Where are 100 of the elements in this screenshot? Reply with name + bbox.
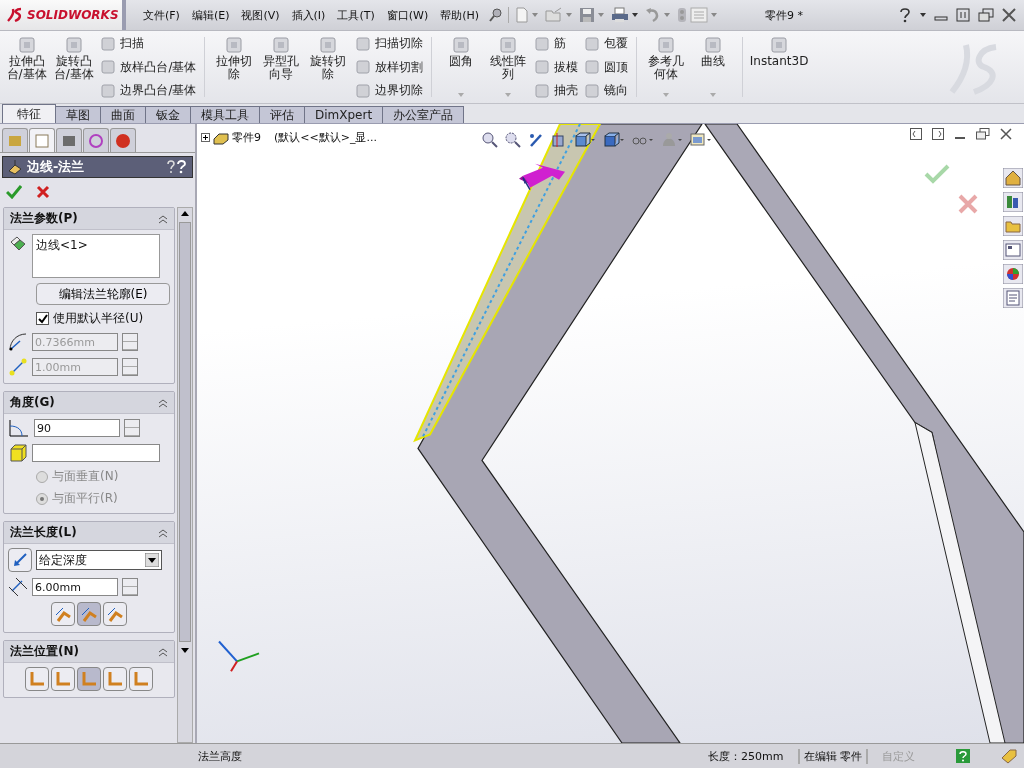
tab[interactable]: DimXpert	[304, 106, 384, 123]
collapse-chevron-icon[interactable]	[158, 397, 168, 408]
tile-windows-icon[interactable]	[956, 8, 970, 22]
spin-field[interactable]: 6.00mm	[32, 578, 118, 596]
section-view-icon[interactable]	[551, 132, 567, 148]
help-icon[interactable]	[898, 7, 912, 23]
tree-tab[interactable]	[2, 128, 28, 152]
menu-item[interactable]: 窗口(W)	[381, 5, 434, 25]
ribbon-button[interactable]: 镜向	[582, 81, 631, 100]
ribbon-button[interactable]: 曲线	[690, 33, 736, 70]
tab[interactable]: 特征	[2, 104, 56, 123]
feature-icon[interactable]	[16, 35, 37, 55]
print-icon[interactable]	[611, 7, 630, 23]
menu-item[interactable]: 文件(F)	[138, 5, 185, 25]
dimxpert-tab[interactable]	[83, 128, 109, 152]
collapse-chevron-icon[interactable]	[158, 213, 168, 224]
ribbon-button[interactable]: 边界凸台/基体	[98, 81, 199, 100]
ribbon-button[interactable]: 扫描切除	[353, 34, 425, 53]
dimxpert-icon[interactable]	[88, 132, 104, 149]
part-icon[interactable]	[213, 130, 229, 145]
library-icon[interactable]	[1003, 192, 1023, 212]
restore-icon[interactable]	[976, 128, 990, 140]
display-tab[interactable]	[110, 128, 136, 152]
new-document-icon[interactable]	[515, 7, 530, 23]
dropdown-arrow-icon[interactable]	[145, 553, 159, 567]
close-icon[interactable]	[1000, 128, 1012, 140]
ribbon-button[interactable]: 拔模	[532, 57, 581, 77]
pin-button[interactable]	[488, 7, 505, 23]
help-icon[interactable]	[166, 160, 188, 174]
selection-list[interactable]: 边线<1>	[32, 234, 160, 278]
feature-icon[interactable]	[271, 35, 292, 55]
feature-icon[interactable]	[100, 35, 117, 52]
previous-view-icon[interactable]	[528, 132, 544, 148]
feature-icon[interactable]	[584, 82, 601, 99]
feature-icon[interactable]	[534, 82, 551, 99]
spin-buttons[interactable]	[122, 578, 138, 596]
ribbon-button[interactable]: 圆顶	[582, 57, 631, 77]
scrollbar[interactable]	[177, 207, 193, 743]
tab[interactable]: 办公室产品	[382, 106, 465, 123]
feature-icon[interactable]	[224, 35, 244, 55]
feature-icon[interactable]	[534, 59, 551, 75]
expand-icon[interactable]	[201, 133, 210, 142]
spin-buttons[interactable]	[122, 333, 138, 351]
zoom-to-fit-icon[interactable]	[482, 132, 498, 148]
tag-icon[interactable]	[1000, 748, 1018, 764]
feature-icon[interactable]	[63, 35, 84, 55]
open-folder-icon[interactable]	[545, 7, 564, 23]
close-icon[interactable]	[1002, 8, 1016, 22]
ribbon-button[interactable]: 包覆	[582, 34, 631, 53]
ribbon-button[interactable]: Instant3D	[748, 33, 810, 70]
spin-buttons[interactable]	[122, 358, 138, 376]
view-orientation-icon[interactable]	[574, 132, 596, 148]
cancel-x-icon[interactable]	[36, 185, 50, 199]
ribbon-button[interactable]: 旋转凸台/基体	[51, 33, 97, 83]
ribbon-button[interactable]: 拉伸切除	[211, 33, 257, 83]
properties-icon[interactable]	[34, 132, 50, 149]
caret-icon[interactable]	[920, 13, 926, 17]
save-icon[interactable]	[579, 7, 596, 23]
rebuild-icon[interactable]	[677, 7, 688, 23]
properties-tab[interactable]	[29, 128, 55, 152]
feature-icon[interactable]	[497, 35, 518, 55]
appearances-icon[interactable]	[1003, 264, 1023, 284]
tile-right-icon[interactable]	[932, 128, 944, 140]
feature-icon[interactable]	[584, 35, 601, 52]
configurations-tab[interactable]	[56, 128, 82, 152]
feature-icon[interactable]	[100, 59, 117, 75]
arrow-handle-drawing[interactable]	[519, 163, 565, 191]
spin-field[interactable]: 90	[34, 419, 120, 437]
feature-icon[interactable]	[355, 82, 371, 99]
tab[interactable]: 模具工具	[190, 106, 260, 123]
feature-icon[interactable]	[450, 35, 471, 55]
restore-icon[interactable]	[978, 8, 994, 22]
tile-left-icon[interactable]	[910, 128, 922, 140]
ribbon-button[interactable]: 放样切割	[353, 57, 425, 77]
part-name[interactable]: 零件9	[232, 130, 261, 145]
tab[interactable]: 钣金	[145, 106, 191, 123]
edit-flange-profile-button[interactable]: 编辑法兰轮廓(E)	[36, 283, 170, 305]
confirm-checkmark-icon[interactable]	[924, 164, 950, 184]
tab[interactable]: 草图	[55, 106, 101, 123]
feature-icon[interactable]	[355, 35, 371, 52]
ribbon-button[interactable]: 拉伸凸台/基体	[4, 33, 50, 83]
checkbox[interactable]	[36, 312, 49, 325]
feature-icon[interactable]	[355, 59, 371, 75]
feature-icon[interactable]	[769, 35, 790, 55]
collapse-chevron-icon[interactable]	[158, 646, 168, 657]
ribbon-button[interactable]: 边界切除	[353, 81, 425, 100]
caret-icon[interactable]	[632, 13, 639, 17]
spin-buttons[interactable]	[124, 419, 140, 437]
feature-icon[interactable]	[584, 59, 601, 75]
view-palette-icon[interactable]	[1003, 240, 1023, 260]
ok-checkmark-icon[interactable]	[6, 185, 22, 199]
zoom-area-icon[interactable]	[505, 132, 521, 148]
tab[interactable]: 评估	[259, 106, 305, 123]
display-style-icon[interactable]	[603, 132, 625, 148]
feature-icon[interactable]	[100, 82, 117, 99]
feature-icon[interactable]	[703, 35, 724, 55]
ribbon-button[interactable]: 旋转切除	[305, 33, 351, 83]
tab[interactable]: 曲面	[100, 106, 146, 123]
ribbon-button[interactable]: 抽壳	[532, 81, 581, 100]
ribbon-button[interactable]: 放样凸台/基体	[98, 57, 199, 77]
